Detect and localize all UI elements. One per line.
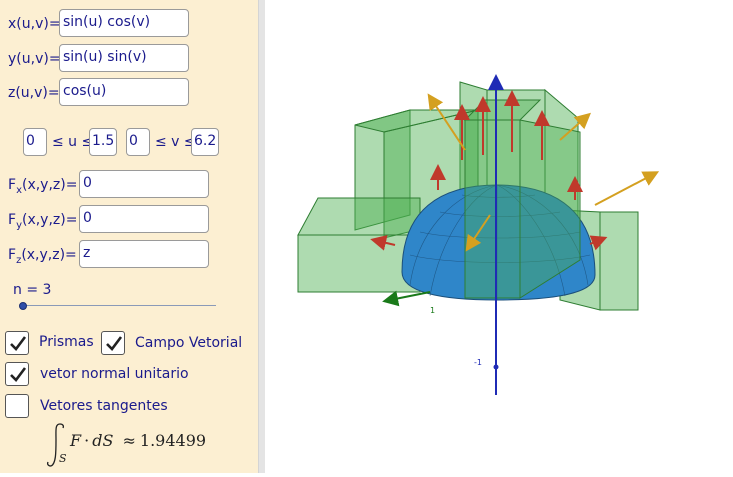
- campo-vetorial-label: Campo Vetorial: [135, 335, 243, 351]
- graphics-3d-view[interactable]: -1 1: [264, 0, 733, 473]
- fy-input[interactable]: 0: [79, 205, 209, 233]
- u-min-input[interactable]: 0: [23, 128, 47, 156]
- fz-input[interactable]: z: [79, 240, 209, 268]
- u-range-label: ≤ u ≤: [52, 134, 94, 150]
- surface-3d-plot: -1 1: [297, 74, 660, 395]
- integral-subscript: S: [59, 452, 67, 465]
- fx-label: Fx(x,y,z)=: [8, 177, 78, 196]
- integral-expression: F · dS ≈1.94499: [70, 431, 207, 450]
- fy-label: Fy(x,y,z)=: [8, 212, 78, 231]
- n-slider-track[interactable]: [22, 305, 216, 306]
- z-axis-tick: [493, 364, 499, 370]
- fz-label: Fz(x,y,z)=: [8, 247, 77, 266]
- tangent-vectors-label: Vetores tangentes: [40, 398, 168, 414]
- x-axis-tick-label: 1: [430, 306, 435, 315]
- algebra-panel: x(u,v)= sin(u) cos(v) y(u,v)= sin(u) sin…: [0, 0, 258, 473]
- n-slider-label: n = 3: [13, 282, 52, 298]
- checkmark-icon: [10, 367, 27, 382]
- checkmark-icon: [106, 336, 123, 351]
- x-function-label: x(u,v)=: [8, 16, 61, 32]
- y-function-input[interactable]: sin(u) sin(v): [59, 44, 189, 72]
- prismas-checkbox[interactable]: [5, 331, 29, 355]
- campo-vetorial-checkbox[interactable]: [101, 331, 125, 355]
- tangent-vectors-checkbox[interactable]: [5, 394, 29, 418]
- z-function-input[interactable]: cos(u): [59, 78, 189, 106]
- z-function-label: z(u,v)=: [8, 85, 60, 101]
- flux-integral-result: S F · dS ≈1.94499: [46, 420, 246, 470]
- n-slider-handle[interactable]: [19, 302, 27, 310]
- v-range-label: ≤ v ≤: [155, 134, 196, 150]
- v-min-input[interactable]: 0: [126, 128, 150, 156]
- v-max-input[interactable]: 6.2: [191, 128, 219, 156]
- fx-input[interactable]: 0: [79, 170, 209, 198]
- integral-value: 1.94499: [139, 431, 207, 450]
- checkmark-icon: [10, 336, 27, 351]
- normal-vector-checkbox[interactable]: [5, 362, 29, 386]
- z-axis-tick-label: -1: [474, 358, 482, 367]
- y-function-label: y(u,v)=: [8, 51, 61, 67]
- u-max-input[interactable]: 1.5: [89, 128, 117, 156]
- normal-vector-label: vetor normal unitario: [40, 366, 189, 382]
- prismas-label: Prismas: [39, 334, 94, 350]
- x-function-input[interactable]: sin(u) cos(v): [59, 9, 189, 37]
- x-axis: [382, 290, 431, 307]
